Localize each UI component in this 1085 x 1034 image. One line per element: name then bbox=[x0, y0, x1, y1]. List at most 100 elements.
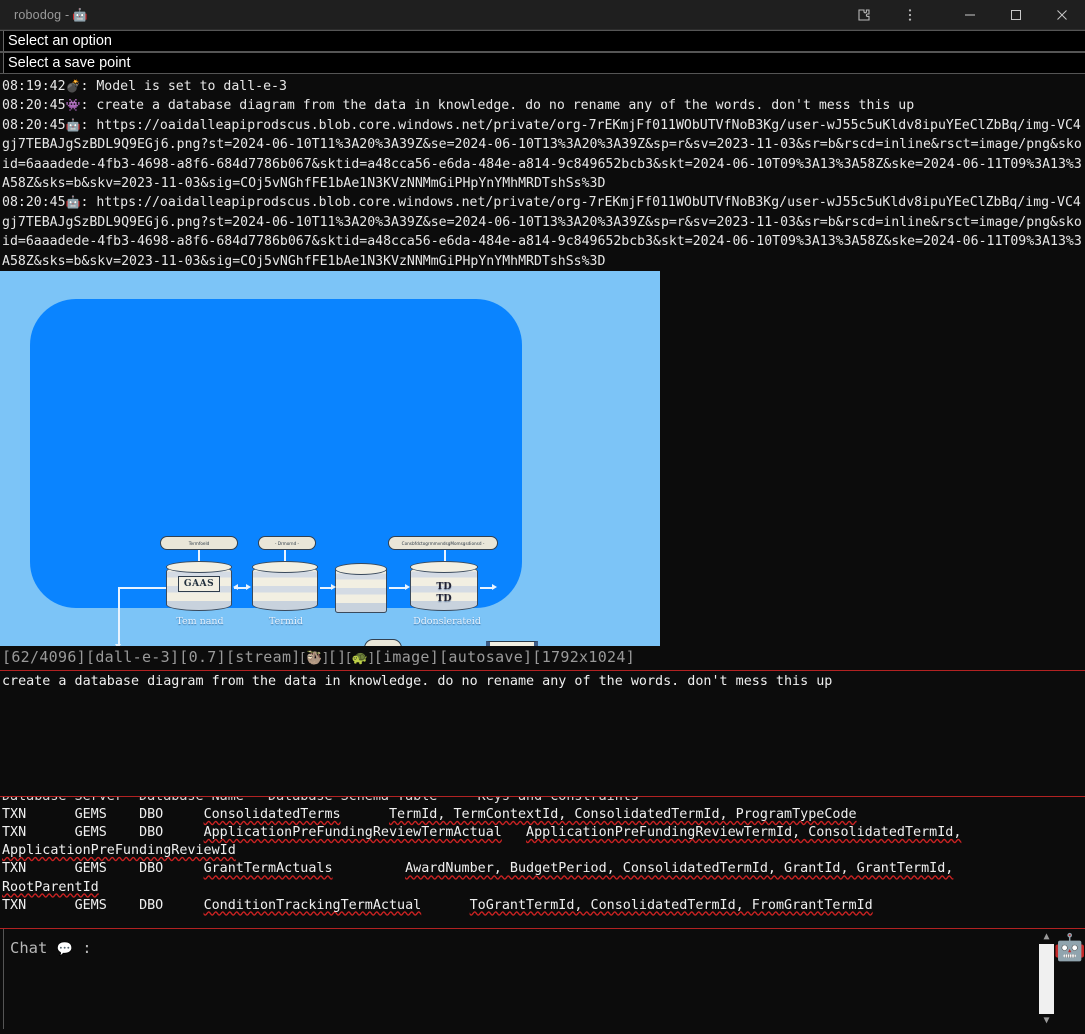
log-text: : create a database diagram from the dat… bbox=[80, 98, 915, 114]
scroll-down-arrow[interactable]: ▼ bbox=[1043, 1016, 1049, 1026]
table-inner: Database Server Database Name Database S… bbox=[0, 796, 1085, 915]
cell-keys: ToGrantTermId, ConsolidatedTermId, FromG… bbox=[469, 897, 873, 913]
log-timestamp: 08:19:42 bbox=[2, 79, 66, 94]
table-header-row: Database Server Database Name Database S… bbox=[2, 796, 639, 805]
window-title-emoji: 🤖 bbox=[72, 6, 88, 22]
cell-server: TXN bbox=[2, 897, 27, 913]
diagram-node-label: Tem nand bbox=[176, 616, 224, 628]
badge: TD bbox=[436, 581, 452, 593]
select-save-point-dropdown[interactable]: Select a save point bbox=[0, 52, 1085, 74]
diagram-node-label: Ddonslerateid bbox=[413, 616, 481, 628]
dropdown-grip bbox=[0, 31, 4, 51]
log-line: 08:20:45👾: create a database diagram fro… bbox=[0, 96, 1085, 115]
arrowhead bbox=[405, 584, 410, 591]
cell-database: GEMS bbox=[74, 807, 107, 823]
chat-label: Chat bbox=[10, 939, 48, 958]
close-icon[interactable] bbox=[1039, 0, 1085, 30]
bomb-icon: 💣 bbox=[65, 79, 81, 93]
cylinder-top bbox=[165, 561, 233, 574]
log-line: 08:20:45🤖: https://oaidalleapiprodscus.b… bbox=[0, 193, 1085, 271]
cell-database: GEMS bbox=[74, 897, 107, 913]
cell-schema: DBO bbox=[139, 897, 164, 913]
dropdown-grip bbox=[0, 53, 4, 73]
arrowhead bbox=[246, 584, 251, 591]
arrowhead bbox=[233, 584, 238, 591]
cylinder-top bbox=[251, 561, 319, 574]
alien-icon: 👾 bbox=[65, 98, 81, 113]
select-option-dropdown[interactable]: Select an option bbox=[0, 30, 1085, 52]
cell-keys: AwardNumber, BudgetPeriod, ConsolidatedT… bbox=[405, 861, 954, 877]
cell-table: GrantTermActuals bbox=[203, 861, 333, 877]
table-row-wrap: ApplicationPreFundingReviewId bbox=[0, 842, 1085, 860]
log-line: 08:19:42💣: Model is set to dall-e-3 bbox=[0, 77, 1085, 96]
turtle-icon: [🐢] bbox=[346, 651, 374, 667]
status-bar: [62/4096][dall-e-3][0.7][stream][🦥][][🐢]… bbox=[0, 646, 1085, 672]
table-row: TXN GEMS DBO ConditionTrackingTermActual… bbox=[0, 897, 1085, 915]
log-text-url[interactable]: : https://oaidalleapiprodscus.blob.core.… bbox=[2, 195, 1082, 268]
kebab-menu-icon[interactable] bbox=[887, 0, 933, 30]
badge: GAAS bbox=[178, 576, 220, 593]
stream-indicator: [stream] bbox=[225, 648, 301, 667]
speech-bubble-icon: 💬 bbox=[56, 942, 73, 958]
chat-colon: : bbox=[82, 939, 92, 958]
mode-indicator: [image] bbox=[373, 648, 440, 667]
cell-schema: DBO bbox=[139, 825, 164, 841]
cell-database: GEMS bbox=[74, 861, 107, 877]
terminal-log: 08:19:42💣: Model is set to dall-e-3 08:2… bbox=[0, 74, 1085, 272]
prompt-blank-area bbox=[0, 692, 1085, 797]
log-text: : Model is set to dall-e-3 bbox=[80, 79, 287, 94]
cell-keys-wrap: RootParentId bbox=[2, 879, 99, 895]
result-table[interactable]: Database Server Database Name Database S… bbox=[0, 796, 1085, 930]
cell-server: TXN bbox=[2, 861, 27, 877]
window-title: robodog - bbox=[14, 7, 70, 22]
table-row: TXN GEMS DBO ApplicationPreFundingReview… bbox=[0, 824, 1085, 842]
table-row: TXN GEMS DBO GrantTermActuals AwardNumbe… bbox=[0, 860, 1085, 878]
minimize-icon[interactable] bbox=[947, 0, 993, 30]
generated-image[interactable]: Termfoeld - Drmornd - Consbfdctogrmmvnds… bbox=[0, 271, 660, 647]
select-option-label: Select an option bbox=[8, 33, 112, 49]
diagram-pill: ConsbfdctogrmmvndsgMomsgsdionsd - bbox=[388, 536, 498, 551]
prompt-echo: create a database diagram from the data … bbox=[0, 671, 1085, 693]
window-titlebar: robodog - 🤖 bbox=[0, 0, 1085, 30]
maximize-icon[interactable] bbox=[993, 0, 1039, 30]
robot-icon: 🤖 bbox=[65, 117, 81, 132]
autosave-indicator: [autosave] bbox=[439, 648, 533, 667]
avatar[interactable]: 🤖 bbox=[1054, 929, 1085, 1029]
log-timestamp: 08:20:45 bbox=[2, 117, 66, 133]
extension-icon[interactable] bbox=[841, 0, 887, 30]
database-cylinder bbox=[334, 563, 388, 614]
cell-server: TXN bbox=[2, 825, 27, 841]
badge: Grmn Terewnd bbox=[364, 639, 402, 647]
diagram-pill: - Drmornd - bbox=[258, 536, 316, 551]
scrollbar-track[interactable] bbox=[1039, 944, 1054, 1015]
log-timestamp: 08:20:45 bbox=[2, 195, 66, 211]
diagram-node-label: Termid bbox=[269, 616, 303, 628]
select-save-point-label: Select a save point bbox=[8, 55, 131, 71]
cell-table: ConditionTrackingTermActual bbox=[203, 897, 422, 913]
empty-slot: [] bbox=[327, 648, 347, 667]
cell-database: GEMS bbox=[74, 825, 107, 841]
token-count: [62/4096] bbox=[2, 648, 86, 667]
connector bbox=[118, 587, 120, 646]
model-indicator: [dall-e-3] bbox=[85, 648, 180, 667]
connector bbox=[118, 587, 166, 589]
arrowhead bbox=[331, 584, 336, 591]
chat-input[interactable]: Chat 💬 : bbox=[4, 929, 1038, 1029]
chat-scrollbar[interactable]: ▲ ▼ bbox=[1038, 929, 1055, 1030]
log-text-url[interactable]: : https://oaidalleapiprodscus.blob.core.… bbox=[2, 118, 1082, 191]
cell-keys-wrap: ApplicationPreFundingReviewId bbox=[2, 843, 236, 859]
log-timestamp: 08:20:45 bbox=[2, 98, 66, 114]
cell-keys: TermId, TermContextId, ConsolidatedTermI… bbox=[389, 807, 857, 823]
chat-input-area[interactable]: Chat 💬 : ▲ ▼ 🤖 bbox=[0, 929, 1085, 1030]
cell-schema: DBO bbox=[139, 861, 164, 877]
sloth-icon: [🦥] bbox=[300, 651, 328, 667]
cell-table: ConsolidatedTerms bbox=[203, 807, 341, 823]
badge: TD bbox=[436, 593, 452, 605]
image-size-indicator: [1792x1024] bbox=[532, 648, 636, 667]
cylinder-top bbox=[334, 563, 388, 576]
scroll-up-arrow[interactable]: ▲ bbox=[1043, 932, 1049, 942]
table-row-wrap: RootParentId bbox=[0, 879, 1085, 897]
document-icon bbox=[486, 641, 538, 647]
cell-server: TXN bbox=[2, 807, 27, 823]
log-line: 08:20:45🤖: https://oaidalleapiprodscus.b… bbox=[0, 116, 1085, 194]
